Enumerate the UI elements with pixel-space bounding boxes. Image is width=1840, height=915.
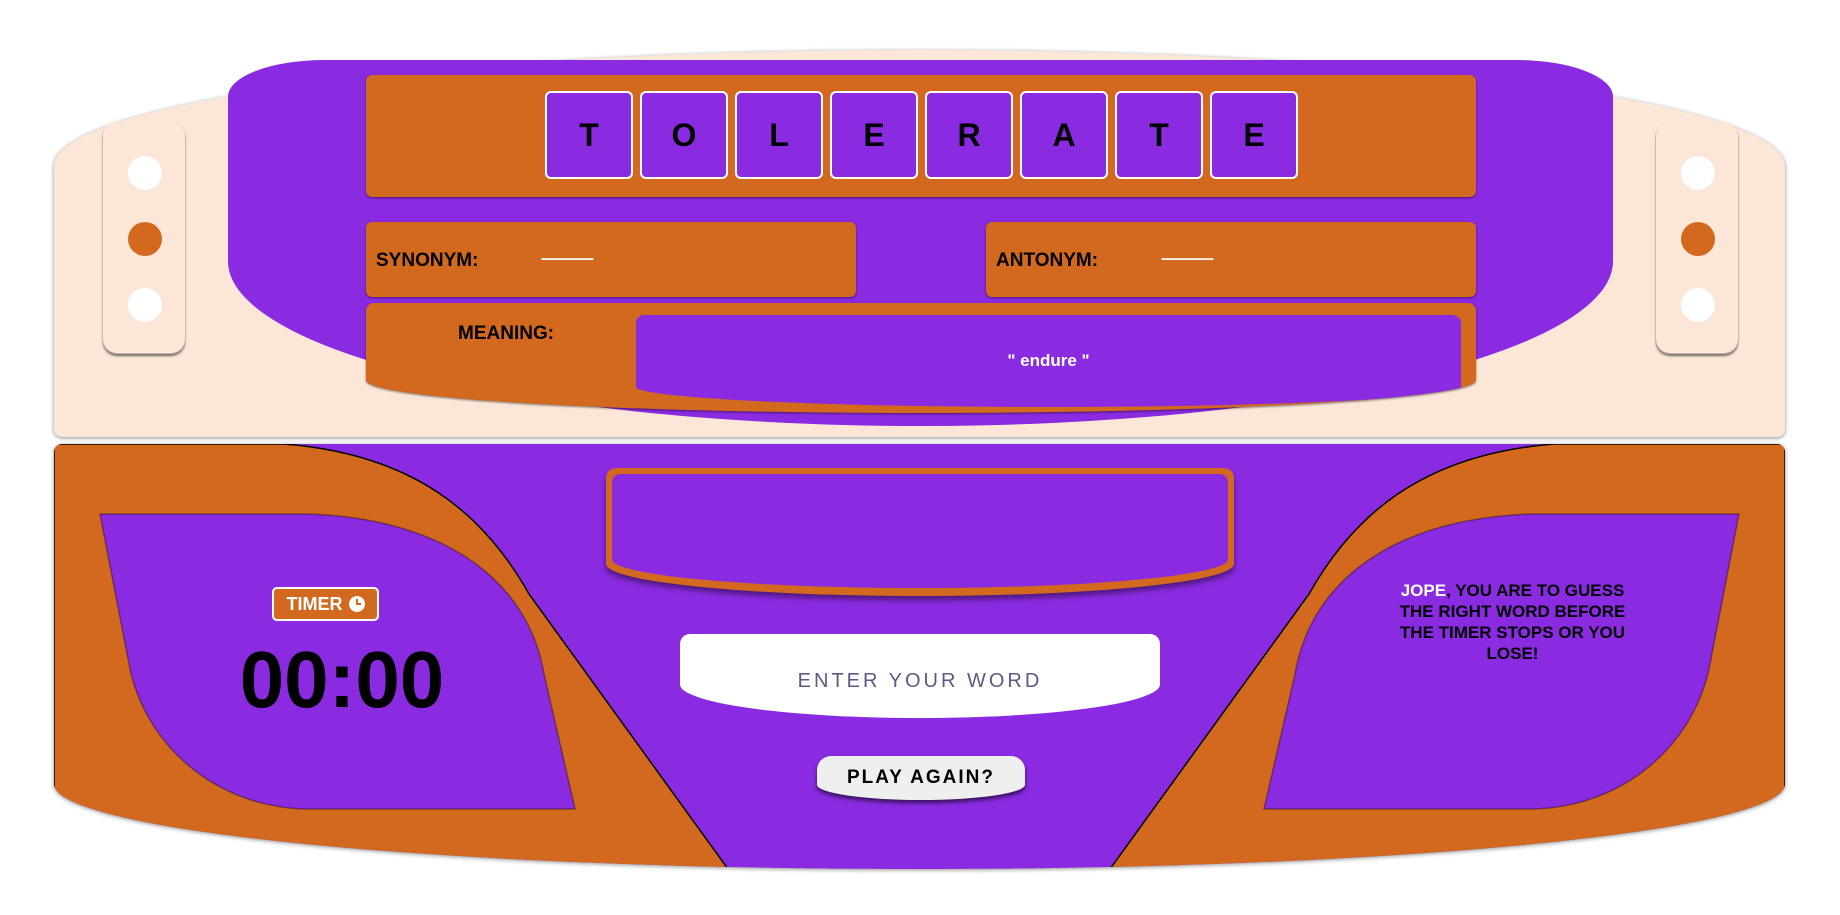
right-indicator-panel <box>1656 122 1738 354</box>
timer-badge: TIMER <box>272 587 379 621</box>
letter-tile: T <box>1115 91 1203 179</box>
indicator-light <box>1681 288 1715 322</box>
indicator-light-active <box>128 222 162 256</box>
display-screen <box>606 468 1234 596</box>
letter-tile: E <box>1210 91 1298 179</box>
word-tiles-board: T O L E R A T E <box>366 75 1476 197</box>
letter-tile: L <box>735 91 823 179</box>
meaning-panel: MEANING: " endure " <box>366 303 1476 413</box>
letter-tile: A <box>1020 91 1108 179</box>
indicator-light <box>128 288 162 322</box>
game-instructions: JOPE, YOU ARE TO GUESS THE RIGHT WORD BE… <box>1390 580 1635 664</box>
timer-label: TIMER <box>286 593 343 614</box>
indicator-light <box>1681 156 1715 190</box>
letter-tile: R <box>925 91 1013 179</box>
clock-icon <box>348 596 365 612</box>
left-indicator-panel <box>103 122 185 354</box>
antonym-value: ------------- <box>1161 250 1214 267</box>
antonym-label: ANTONYM: <box>996 250 1099 271</box>
letter-tile: T <box>545 91 633 179</box>
display-screen-inner <box>612 474 1228 588</box>
indicator-light <box>128 156 162 190</box>
timer-display: 00:00 <box>239 635 445 724</box>
letter-tile: O <box>640 91 728 179</box>
player-name: JOPE <box>1400 581 1447 600</box>
meaning-screen: " endure " <box>636 315 1461 407</box>
synonym-panel: SYNONYM: ------------- <box>366 222 856 297</box>
antonym-panel: ANTONYM: ------------- <box>986 222 1476 297</box>
play-again-button[interactable]: PLAY AGAIN? <box>817 756 1025 800</box>
word-input[interactable] <box>680 634 1160 718</box>
meaning-label: MEANING: <box>458 323 555 344</box>
meaning-text: " endure " <box>1007 351 1090 370</box>
indicator-light-active <box>1681 222 1715 256</box>
synonym-value: ------------- <box>541 250 594 267</box>
letter-tile: E <box>830 91 918 179</box>
synonym-label: SYNONYM: <box>376 250 479 271</box>
